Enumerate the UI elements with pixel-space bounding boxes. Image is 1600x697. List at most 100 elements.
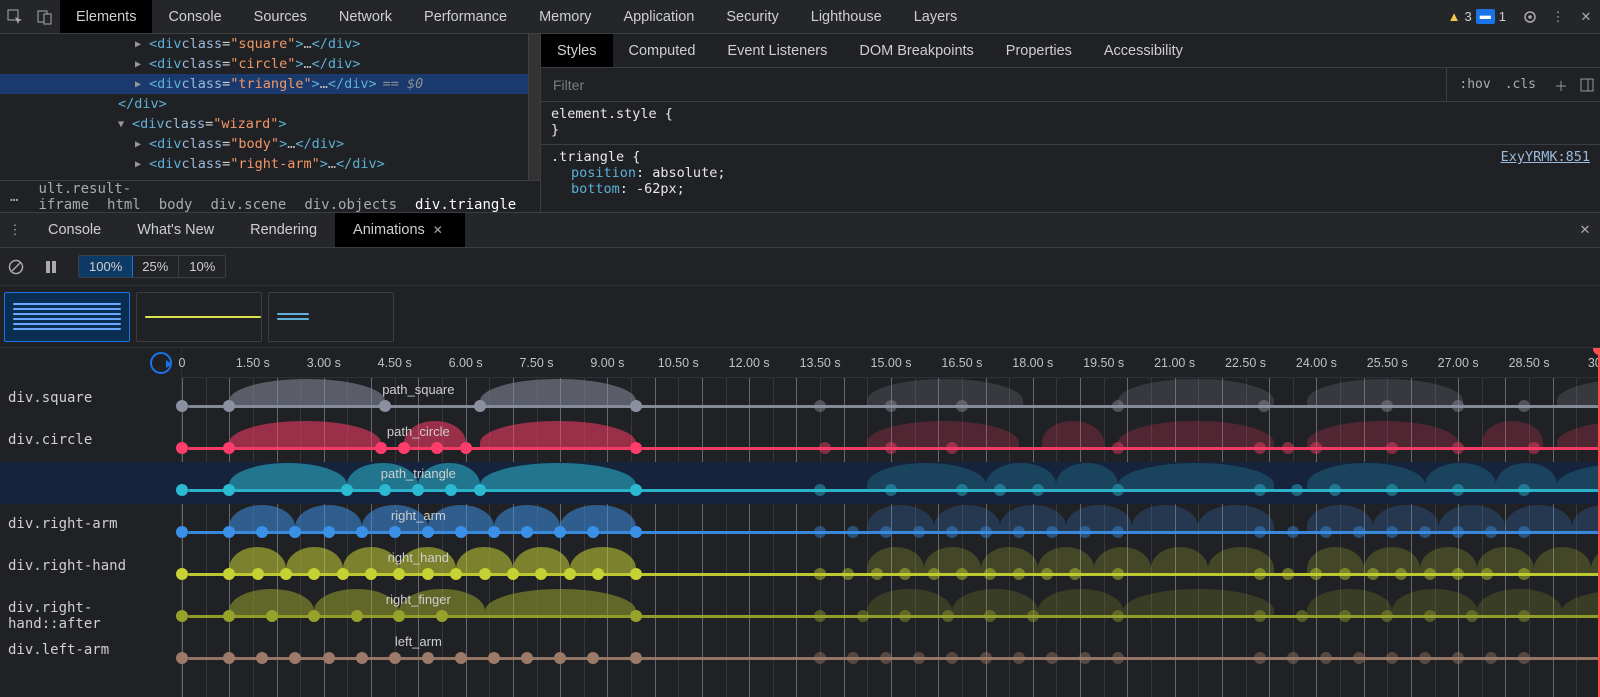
keyframe[interactable] (1528, 442, 1540, 454)
inspect-icon[interactable] (0, 0, 30, 34)
styles-tab-dom-breakpoints[interactable]: DOM Breakpoints (843, 34, 989, 67)
keyframe[interactable] (980, 526, 992, 538)
keyframe[interactable] (1254, 568, 1266, 580)
close-devtools-icon[interactable]: ✕ (1572, 9, 1600, 25)
keyframe[interactable] (1282, 442, 1294, 454)
keyframe[interactable] (928, 568, 940, 580)
main-tab-elements[interactable]: Elements (60, 0, 152, 33)
keyframe[interactable] (1112, 652, 1124, 664)
drawer-more-icon[interactable]: ⋮ (0, 222, 30, 238)
keyframe[interactable] (814, 526, 826, 538)
keyframe[interactable] (479, 568, 491, 580)
keyframe[interactable] (1079, 526, 1091, 538)
keyframe[interactable] (899, 610, 911, 622)
keyframe[interactable] (351, 610, 363, 622)
styles-tab-event-listeners[interactable]: Event Listeners (711, 34, 843, 67)
keyframe[interactable] (252, 568, 264, 580)
dom-node[interactable]: ▼<div class="wizard"> (0, 114, 540, 134)
keyframe[interactable] (1112, 484, 1124, 496)
keyframe[interactable] (1424, 568, 1436, 580)
animation-track[interactable]: path_square (182, 378, 1600, 420)
keyframe[interactable] (630, 400, 642, 412)
keyframe[interactable] (1339, 610, 1351, 622)
keyframe[interactable] (942, 610, 954, 622)
keyframe[interactable] (455, 652, 467, 664)
dom-node[interactable]: ▶<div class="body">…</div> (0, 134, 540, 154)
keyframe[interactable] (379, 484, 391, 496)
main-tab-lighthouse[interactable]: Lighthouse (795, 0, 898, 33)
styles-filter-input[interactable] (541, 77, 1446, 93)
drawer-tab-what-s-new[interactable]: What's New (119, 213, 232, 247)
keyframe[interactable] (176, 400, 188, 412)
keyframe[interactable] (1112, 610, 1124, 622)
keyframe[interactable] (1287, 652, 1299, 664)
keyframe[interactable] (630, 568, 642, 580)
keyframe[interactable] (431, 442, 443, 454)
keyframe[interactable] (1254, 652, 1266, 664)
keyframe[interactable] (847, 652, 859, 664)
main-tab-layers[interactable]: Layers (898, 0, 974, 33)
breadcrumb-item[interactable]: div.scene (210, 197, 286, 213)
speed-25pct[interactable]: 25% (132, 256, 179, 277)
dom-minimap[interactable] (528, 34, 540, 180)
keyframe[interactable] (1386, 484, 1398, 496)
keyframe[interactable] (1027, 610, 1039, 622)
keyframe[interactable] (554, 652, 566, 664)
keyframe[interactable] (356, 526, 368, 538)
speed-10pct[interactable]: 10% (179, 256, 225, 277)
cls-toggle[interactable]: .cls (1505, 77, 1536, 92)
keyframe[interactable] (1395, 568, 1407, 580)
keyframe[interactable] (1013, 652, 1025, 664)
main-tab-performance[interactable]: Performance (408, 0, 523, 33)
keyframe[interactable] (1452, 568, 1464, 580)
keyframe[interactable] (223, 610, 235, 622)
keyframe[interactable] (450, 568, 462, 580)
keyframe[interactable] (630, 484, 642, 496)
styles-tab-properties[interactable]: Properties (990, 34, 1088, 67)
keyframe[interactable] (1452, 400, 1464, 412)
keyframe[interactable] (422, 652, 434, 664)
keyframe[interactable] (1386, 442, 1398, 454)
keyframe[interactable] (223, 652, 235, 664)
animation-track[interactable]: path_triangle (182, 462, 1600, 504)
keyframe[interactable] (592, 568, 604, 580)
keyframe[interactable] (1112, 442, 1124, 454)
keyframe[interactable] (412, 484, 424, 496)
keyframe[interactable] (223, 568, 235, 580)
keyframe[interactable] (379, 400, 391, 412)
keyframe[interactable] (1381, 610, 1393, 622)
keyframe[interactable] (1386, 652, 1398, 664)
keyframe[interactable] (474, 484, 486, 496)
animation-track[interactable]: right_hand (182, 546, 1600, 588)
keyframe[interactable] (1291, 484, 1303, 496)
keyframe[interactable] (337, 568, 349, 580)
pause-icon[interactable] (44, 260, 58, 274)
keyframe[interactable] (994, 484, 1006, 496)
keyframe[interactable] (946, 526, 958, 538)
dom-node[interactable]: </div> (0, 94, 540, 114)
keyframe[interactable] (956, 568, 968, 580)
keyframe[interactable] (1481, 568, 1493, 580)
animation-timeline[interactable]: div.squarediv.circlediv.trianglediv.righ… (0, 348, 1600, 697)
keyframe[interactable] (445, 484, 457, 496)
keyframe[interactable] (956, 484, 968, 496)
keyframe[interactable] (1339, 568, 1351, 580)
keyframe[interactable] (1485, 526, 1497, 538)
keyframe[interactable] (1013, 568, 1025, 580)
keyframe[interactable] (1518, 484, 1530, 496)
keyframe[interactable] (1518, 526, 1530, 538)
keyframe[interactable] (1518, 610, 1530, 622)
keyframe[interactable] (1518, 400, 1530, 412)
keyframe[interactable] (223, 400, 235, 412)
keyframe[interactable] (1310, 568, 1322, 580)
keyframe[interactable] (375, 442, 387, 454)
keyframe[interactable] (1518, 652, 1530, 664)
keyframe[interactable] (1419, 652, 1431, 664)
timeline-ruler[interactable]: 01.50 s3.00 s4.50 s6.00 s7.50 s9.00 s10.… (182, 348, 1600, 378)
keyframe[interactable] (389, 526, 401, 538)
keyframe[interactable] (223, 484, 235, 496)
keyframe[interactable] (880, 652, 892, 664)
animation-group[interactable] (268, 292, 394, 342)
keyframe[interactable] (1320, 526, 1332, 538)
keyframe[interactable] (1069, 568, 1081, 580)
